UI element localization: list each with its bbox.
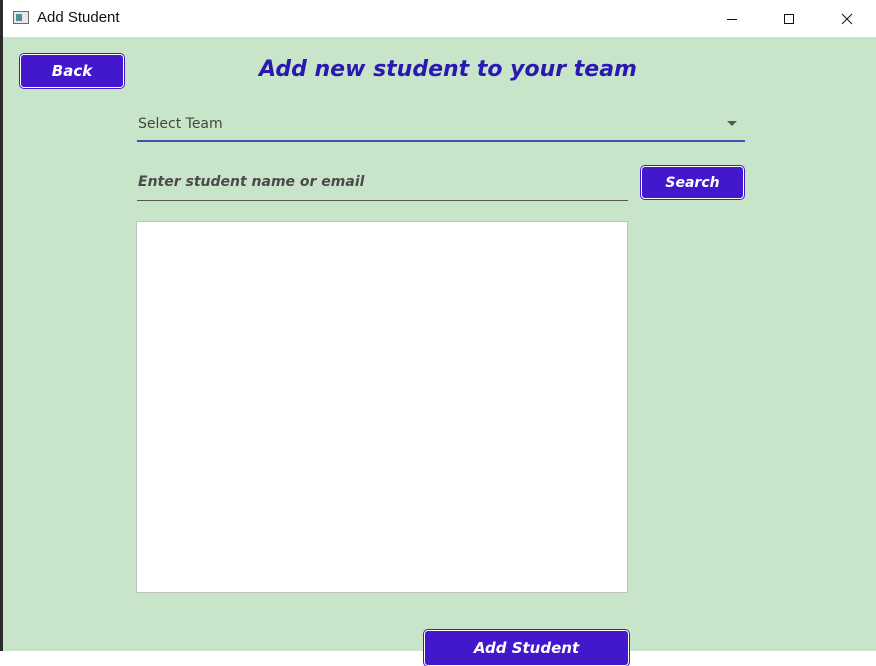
- search-field: [137, 165, 628, 201]
- search-button[interactable]: Search: [641, 166, 744, 199]
- minimize-button[interactable]: [703, 0, 761, 37]
- window-title: Add Student: [37, 9, 120, 26]
- main-content: Back Add new student to your team Select…: [3, 37, 876, 666]
- maximize-icon: [784, 13, 794, 24]
- close-button[interactable]: [818, 0, 876, 37]
- close-icon: [841, 13, 853, 24]
- back-button[interactable]: Back: [20, 54, 124, 88]
- team-select-value: Select Team: [138, 116, 223, 132]
- maximize-button[interactable]: [760, 0, 818, 37]
- add-student-button[interactable]: Add Student: [424, 630, 629, 666]
- minimize-icon: [727, 18, 737, 20]
- app-window-icon: [13, 11, 29, 24]
- caret-down-icon: [727, 121, 737, 126]
- page-title: Add new student to your team: [259, 57, 637, 82]
- results-list[interactable]: [136, 221, 628, 593]
- title-bar: Add Student: [3, 0, 876, 37]
- search-input[interactable]: [137, 171, 618, 193]
- team-select[interactable]: Select Team: [137, 110, 745, 142]
